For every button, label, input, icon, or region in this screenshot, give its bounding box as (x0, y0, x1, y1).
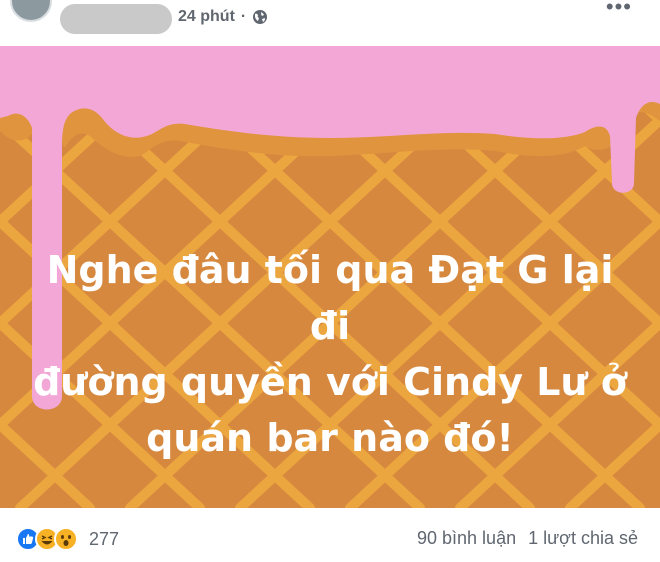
post-text-line-2: đường quyền với Cindy Lư ở (33, 360, 627, 404)
middle-dot: · (240, 8, 247, 25)
reactions-summary[interactable]: 277 (16, 527, 119, 551)
post-timestamp[interactable]: 24 phút (178, 8, 235, 26)
author-name-redacted[interactable] (60, 4, 172, 34)
post-header: 24 phút · ••• (0, 0, 660, 46)
globe-icon (253, 10, 268, 24)
post-meta: 24 phút · (178, 8, 268, 26)
post-stats: 90 bình luận 1 lượt chia sẻ (417, 528, 638, 549)
post-footer: 277 90 bình luận 1 lượt chia sẻ (0, 508, 660, 562)
post-text: Nghe đâu tối qua Đạt G lại đi đường quyề… (20, 242, 640, 466)
post-text-line-3: quán bar nào đó! (146, 416, 514, 460)
post-background-image[interactable]: Nghe đâu tối qua Đạt G lại đi đường quyề… (0, 46, 660, 508)
more-options-button[interactable]: ••• (606, 0, 632, 18)
wow-icon (54, 527, 78, 551)
post-text-line-1: Nghe đâu tối qua Đạt G lại đi (46, 248, 614, 348)
reaction-count[interactable]: 277 (89, 529, 119, 550)
comments-count[interactable]: 90 bình luận (417, 528, 516, 549)
avatar[interactable] (10, 0, 52, 22)
shares-count[interactable]: 1 lượt chia sẻ (528, 528, 638, 549)
more-horizontal-icon: ••• (605, 0, 632, 19)
